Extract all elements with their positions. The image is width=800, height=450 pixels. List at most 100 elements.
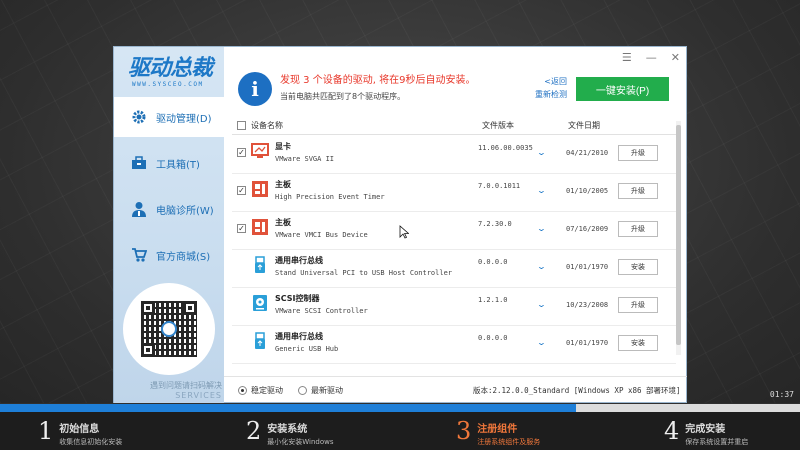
match-count-text: 当前电脑共匹配到了8个驱动程序。 <box>280 92 406 101</box>
device-name: VMware SCSI Controller <box>275 307 368 315</box>
file-version: 1.2.1.0 <box>478 296 508 304</box>
qr-code-icon <box>141 301 197 357</box>
row-checkbox[interactable]: ✓ <box>237 224 246 233</box>
step-initial-info: 1 初始信息 收集信息初始化安装 <box>38 417 123 446</box>
column-file-version: 文件版本 <box>482 121 514 130</box>
sidebar-item-pc-clinic[interactable]: 电脑诊所(W) <box>114 189 224 229</box>
table-row[interactable]: 通用串行总线 Generic USB Hub 0.0.0.0 ⌄ 01/01/1970 安… <box>232 326 676 364</box>
install-progress-bar <box>0 404 800 412</box>
install-steps: 1 初始信息 收集信息初始化安装 2 安装系统 最小化安装Windows 3 注册组… <box>0 412 800 450</box>
scsi-icon <box>251 294 269 312</box>
row-checkbox[interactable]: ✓ <box>237 148 246 157</box>
select-all-checkbox[interactable] <box>237 121 246 130</box>
clock: 01:37 <box>769 390 794 399</box>
table-row[interactable]: ✓ 主板 VMware VMCI Bus Device 7.2.30.0 ⌄ 07/16/… <box>232 212 676 250</box>
file-date: 01/01/1970 <box>566 263 609 271</box>
file-version: 7.0.0.1011 <box>478 182 521 190</box>
device-category: 主板 <box>275 218 291 227</box>
sidebar-item-label: 驱动管理(D) <box>156 113 212 125</box>
minimize-button[interactable]: — <box>646 51 657 64</box>
window-footer: 稳定驱动 最新驱动 版本:2.12.0.0_Standard [Windows … <box>224 376 687 403</box>
cart-icon <box>132 248 147 262</box>
help-text: 遇到问题请扫码解决 SERVICES <box>150 381 222 400</box>
step-finish-install: 4 完成安装 保存系统设置并重启 <box>664 417 749 446</box>
device-category: SCSI控制器 <box>275 294 320 303</box>
gear-icon <box>132 110 146 124</box>
chevron-down-icon[interactable]: ⌄ <box>536 186 546 195</box>
usb-icon <box>251 332 269 350</box>
device-category: 主板 <box>275 180 291 189</box>
info-icon: i <box>238 72 272 106</box>
table-row[interactable]: ✓ 主板 High Precision Event Timer 7.0.0.1011 ⌄… <box>232 174 676 212</box>
device-name: Generic USB Hub <box>275 345 339 353</box>
table-scrollbar[interactable] <box>676 121 681 355</box>
sidebar-item-store[interactable]: 官方商城(S) <box>114 235 224 275</box>
app-logo: 驱动总裁 WWW.SYSCEO.COM <box>128 57 214 95</box>
radio-selected-icon <box>238 386 247 395</box>
one-click-install-button[interactable]: 一键安装(P) <box>576 77 669 101</box>
file-version: 7.2.30.0 <box>478 220 512 228</box>
window-controls: ☰ — ✕ <box>622 51 680 64</box>
device-name: VMware VMCI Bus Device <box>275 231 368 239</box>
menu-button[interactable]: ☰ <box>622 51 632 64</box>
scrollbar-thumb[interactable] <box>676 125 681 345</box>
chevron-down-icon[interactable]: ⌄ <box>536 300 546 309</box>
file-version: 0.0.0.0 <box>478 258 508 266</box>
motherboard-icon <box>251 180 269 198</box>
step-install-system: 2 安装系统 最小化安装Windows <box>246 417 334 446</box>
rescan-link[interactable]: 重新检测 <box>535 88 567 101</box>
sidebar: 驱动总裁 WWW.SYSCEO.COM 驱动管理(D) 工具箱(T) 电脑诊所(… <box>114 47 224 403</box>
logo-url: WWW.SYSCEO.COM <box>132 81 204 88</box>
sidebar-item-driver-management[interactable]: 驱动管理(D) <box>114 97 224 137</box>
file-date: 01/01/1970 <box>566 339 609 347</box>
step-register-components: 3 注册组件 注册系统组件及服务 <box>456 417 541 446</box>
file-date: 04/21/2010 <box>566 149 609 157</box>
auto-install-notice: 发现 3 个设备的驱动, 将在9秒后自动安装。 <box>280 75 476 86</box>
file-date: 01/10/2005 <box>566 187 609 195</box>
motherboard-icon <box>251 218 269 236</box>
sidebar-item-label: 官方商城(S) <box>156 251 211 263</box>
device-name: High Precision Event Timer <box>275 193 385 201</box>
back-link[interactable]: <返回 <box>535 75 567 88</box>
logo-text: 驱动总裁 <box>128 56 213 81</box>
row-action-button[interactable]: 升级 <box>618 297 658 313</box>
sidebar-item-label: 工具箱(T) <box>156 159 200 171</box>
table-row[interactable]: 通用串行总线 Stand Universal PCI to USB Host Co… <box>232 250 676 288</box>
device-category: 通用串行总线 <box>275 256 323 265</box>
chevron-down-icon[interactable]: ⌄ <box>536 148 546 157</box>
install-progress-fill <box>0 404 576 412</box>
device-category: 通用串行总线 <box>275 332 323 341</box>
device-name: Stand Universal PCI to USB Host Controll… <box>275 269 453 277</box>
row-action-button[interactable]: 升级 <box>618 145 658 161</box>
column-device-name: 设备名称 <box>251 121 283 130</box>
row-action-button[interactable]: 安装 <box>618 335 658 351</box>
device-category: 显卡 <box>275 142 291 151</box>
latest-driver-radio[interactable]: 最新驱动 <box>298 385 343 396</box>
sidebar-item-label: 电脑诊所(W) <box>156 205 214 217</box>
row-action-button[interactable]: 升级 <box>618 221 658 237</box>
chevron-down-icon[interactable]: ⌄ <box>536 338 546 347</box>
device-name: VMware SVGA II <box>275 155 335 163</box>
monitor-icon <box>251 142 269 160</box>
chevron-down-icon[interactable]: ⌄ <box>536 262 546 271</box>
mouse-cursor-icon <box>399 225 409 239</box>
service-qr-code <box>123 283 215 375</box>
column-file-date: 文件日期 <box>568 121 600 130</box>
sidebar-item-toolbox[interactable]: 工具箱(T) <box>114 143 224 183</box>
file-date: 10/23/2008 <box>566 301 609 309</box>
radio-unselected-icon <box>298 386 307 395</box>
doctor-icon <box>132 202 146 217</box>
file-date: 07/16/2009 <box>566 225 609 233</box>
table-row[interactable]: ✓ 显卡 VMware SVGA II 11.06.00.0035 ⌄ 04/21/201… <box>232 136 676 174</box>
row-action-button[interactable]: 安装 <box>618 259 658 275</box>
chevron-down-icon[interactable]: ⌄ <box>536 224 546 233</box>
row-checkbox[interactable]: ✓ <box>237 186 246 195</box>
close-button[interactable]: ✕ <box>671 51 680 64</box>
row-action-button[interactable]: 升级 <box>618 183 658 199</box>
toolbox-icon <box>132 156 146 169</box>
header-links: <返回 重新检测 <box>535 75 567 101</box>
table-header: 设备名称 文件版本 文件日期 <box>232 117 676 135</box>
version-info: 版本:2.12.0.0_Standard [Windows XP x86 部署环… <box>473 386 681 395</box>
stable-driver-radio[interactable]: 稳定驱动 <box>238 385 283 396</box>
table-row[interactable]: SCSI控制器 VMware SCSI Controller 1.2.1.0 ⌄ 10/… <box>232 288 676 326</box>
